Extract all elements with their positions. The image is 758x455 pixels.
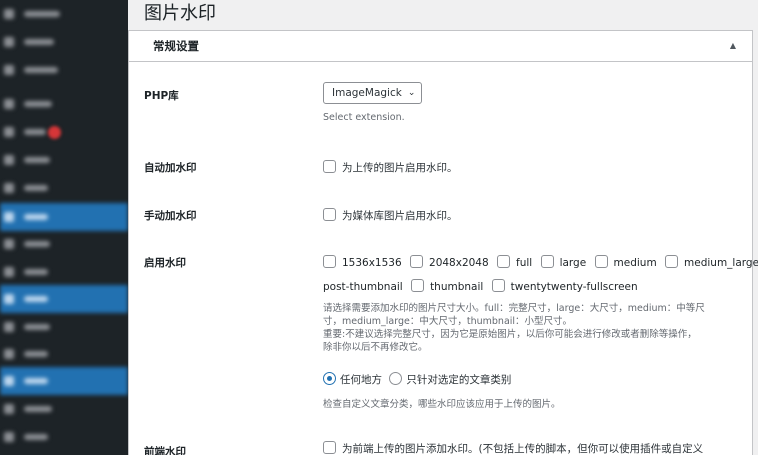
size-description: 请选择需要添加水印的图片尺寸大小。full：完整尺寸，large：大尺寸，med… <box>323 302 748 354</box>
auto-watermark-field: 为上传的图片启用水印。 <box>323 160 458 175</box>
section-title: 常规设置 <box>153 39 199 53</box>
menu-icon <box>4 376 14 386</box>
page-title: 图片水印 <box>144 3 216 24</box>
menu-icon <box>4 9 14 19</box>
size-checkbox[interactable] <box>323 255 336 268</box>
size-checkbox[interactable] <box>540 255 554 268</box>
php-lib-field: ImageMagick ⌄ Select extension. <box>323 82 423 124</box>
radio-selected-categories[interactable] <box>389 372 403 385</box>
menu-icon <box>4 65 14 75</box>
manual-watermark-text: 为媒体库图片启用水印。 <box>342 210 458 222</box>
menu-icon <box>4 37 14 47</box>
radio-selected-categories-label: 只针对选定的文章类别 <box>406 374 512 386</box>
manual-watermark-field: 为媒体库图片启用水印。 <box>323 208 458 223</box>
menu-icon <box>4 432 14 442</box>
auto-watermark-checkbox[interactable] <box>323 160 336 173</box>
sidebar-item[interactable] <box>0 56 128 84</box>
scope-radios: 任何地方 只针对选定的文章类别 <box>323 372 511 387</box>
size-label: medium_large <box>684 257 758 269</box>
sidebar-item[interactable] <box>0 146 128 174</box>
sidebar-item[interactable] <box>0 90 128 118</box>
menu-icon <box>4 155 14 165</box>
size-label: twentytwenty-fullscreen <box>510 281 638 293</box>
settings-panel: 常规设置 ▲ <box>128 30 753 455</box>
size-label: post-thumbnail <box>323 281 403 293</box>
manual-watermark-label: 手动加水印 <box>144 210 197 222</box>
size-checkbox[interactable] <box>410 255 424 268</box>
menu-icon <box>4 99 14 109</box>
php-lib-label: PHP库 <box>144 90 179 102</box>
size-label: 1536x1536 <box>342 257 402 269</box>
size-options-row1: 1536x1536 2048x2048 full large medium me… <box>323 255 758 269</box>
menu-icon <box>4 127 14 137</box>
size-desc-line: 重要:不建议选择完整尺寸，因为它是原始图片，以后你可能会进行修改或者删除等操作， <box>323 329 697 340</box>
sidebar-item[interactable] <box>0 313 128 341</box>
size-checkbox[interactable] <box>665 255 679 268</box>
php-lib-select[interactable]: ImageMagick ⌄ <box>323 82 423 104</box>
size-checkbox[interactable] <box>497 255 511 268</box>
size-desc-line: 请选择需要添加水印的图片尺寸大小。full：完整尺寸，large：大尺寸，med… <box>323 303 705 314</box>
size-checkbox[interactable] <box>411 279 425 292</box>
sidebar-item[interactable] <box>0 230 128 258</box>
size-options-row2: post-thumbnail thumbnail twentytwenty-fu… <box>323 279 643 293</box>
manual-watermark-checkbox[interactable] <box>323 208 336 221</box>
scope-description: 检查自定义文章分类，哪些水印应该应用于上传的图片。 <box>323 399 561 410</box>
collapse-toggle-icon[interactable]: ▲ <box>730 41 736 50</box>
radio-anywhere-label: 任何地方 <box>340 374 382 386</box>
frontend-watermark-text: 为前端上传的图片添加水印。(不包括上传的脚本，但你可以使用插件或自定义 <box>342 443 704 455</box>
sidebar-item-active[interactable] <box>0 203 128 231</box>
auto-watermark-text: 为上传的图片启用水印。 <box>342 162 458 174</box>
radio-anywhere[interactable] <box>323 372 336 385</box>
sidebar-item[interactable] <box>0 118 128 146</box>
menu-icon <box>4 183 14 193</box>
menu-icon <box>4 349 14 359</box>
chevron-down-icon: ⌄ <box>407 88 416 98</box>
menu-icon <box>4 322 14 332</box>
php-lib-selected: ImageMagick <box>332 87 402 99</box>
size-label: thumbnail <box>430 281 484 293</box>
sidebar-item[interactable] <box>0 395 128 423</box>
section-header[interactable]: 常规设置 ▲ <box>129 31 752 62</box>
php-lib-desc: Select extension. <box>323 112 405 123</box>
notification-badge <box>48 126 61 139</box>
size-desc-line: 除非你以后不再修改它。 <box>323 342 428 353</box>
size-label: full <box>516 257 533 269</box>
menu-icon <box>4 404 14 414</box>
sidebar-item[interactable] <box>0 0 128 28</box>
sidebar-item-active[interactable] <box>0 367 128 395</box>
size-checkbox[interactable] <box>594 255 608 268</box>
sidebar-item[interactable] <box>0 340 128 368</box>
size-checkbox[interactable] <box>491 279 505 292</box>
size-label: large <box>559 257 587 269</box>
menu-icon <box>4 294 14 304</box>
menu-icon <box>4 267 14 277</box>
menu-icon <box>4 212 14 222</box>
frontend-watermark-label: 前端水印 <box>144 446 186 455</box>
size-desc-line: 寸，medium_large：中大尺寸，thumbnail：小型尺寸。 <box>323 316 573 327</box>
frontend-watermark-checkbox[interactable] <box>323 441 336 454</box>
sidebar-item-active[interactable] <box>0 285 128 313</box>
sidebar-item[interactable] <box>0 174 128 202</box>
admin-sidebar <box>0 0 128 455</box>
menu-icon <box>4 239 14 249</box>
auto-watermark-label: 自动加水印 <box>144 162 197 174</box>
sidebar-item[interactable] <box>0 258 128 286</box>
enable-watermark-label: 启用水印 <box>144 257 186 269</box>
frontend-watermark-field: 为前端上传的图片添加水印。(不包括上传的脚本，但你可以使用插件或自定义 <box>323 441 703 455</box>
sidebar-item[interactable] <box>0 28 128 56</box>
sidebar-item[interactable] <box>0 423 128 451</box>
size-label: 2048x2048 <box>429 257 489 269</box>
size-label: medium <box>613 257 657 269</box>
